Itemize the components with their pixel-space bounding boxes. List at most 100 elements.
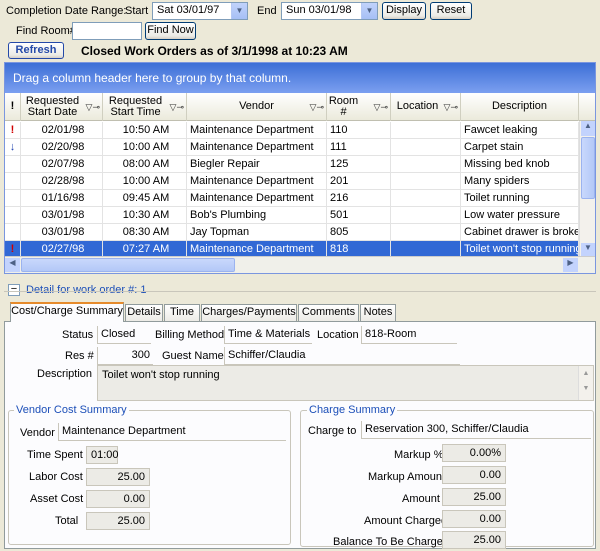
date-range-label: Completion Date Range: (6, 5, 127, 17)
table-row[interactable]: ! 02/01/98 10:50 AM Maintenance Department 1… (5, 122, 595, 139)
vendor-cell: Bob's Plumbing (187, 207, 327, 224)
res-number-value: 300 (97, 347, 153, 365)
description-label: Description (37, 368, 93, 380)
hscroll-thumb[interactable] (21, 258, 235, 272)
scroll-up-icon[interactable]: ▲ (581, 121, 595, 136)
room-cell: 805 (327, 224, 391, 241)
column-priority[interactable]: ! (5, 93, 21, 121)
tab-details[interactable]: Details (125, 304, 163, 321)
column-start-date[interactable]: Requested Start Date ▽⊸ (21, 93, 103, 121)
grid-vertical-scrollbar[interactable]: ▲ ▼ (579, 121, 595, 258)
vendor-label: Vendor (20, 427, 55, 439)
end-label: End (257, 5, 277, 17)
vendor-value: Maintenance Department (58, 423, 286, 441)
table-row[interactable]: 02/28/98 10:00 AM Maintenance Department 20… (5, 173, 595, 190)
end-date-value: Sun 03/01/98 (286, 4, 352, 16)
find-now-button[interactable]: Find Now (145, 22, 196, 40)
page-title: Closed Work Orders as of 3/1/1998 at 10:… (81, 44, 348, 58)
column-start-time-label: Requested Start Time (108, 95, 163, 118)
column-start-date-label: Requested Start Date (25, 95, 80, 118)
column-description[interactable]: Description (461, 93, 579, 121)
priority-cell (5, 190, 21, 207)
scroll-left-icon[interactable]: ◀ (5, 258, 20, 272)
location-cell (391, 139, 461, 156)
charge-summary-title: Charge Summary (307, 404, 398, 416)
location-cell (391, 122, 461, 139)
table-row[interactable]: ↓ 02/20/98 10:00 AM Maintenance Department 1… (5, 139, 595, 156)
chevron-down-icon[interactable]: ▼ (231, 3, 247, 19)
start-date-picker[interactable]: Sat 03/01/97 ▼ (152, 2, 248, 20)
column-location[interactable]: Location ▽⊸ (391, 93, 461, 121)
grid-header: ! Requested Start Date ▽⊸ Requested Start… (5, 93, 595, 121)
column-vendor[interactable]: Vendor ▽⊸ (187, 93, 327, 121)
start-time-cell: 10:30 AM (103, 207, 187, 224)
tab-cost-charge-summary[interactable]: Cost/Charge Summary (10, 302, 124, 322)
description-cell: Many spiders (461, 173, 579, 190)
column-room-label: Room # (328, 95, 359, 118)
filter-pin-icon[interactable]: ▽⊸ (310, 102, 324, 113)
description-cell: Cabinet drawer is broken (461, 224, 579, 241)
scroll-thumb[interactable] (581, 137, 595, 199)
description-textarea[interactable]: Toilet won't stop running ▲ ▼ (97, 365, 594, 401)
room-cell: 501 (327, 207, 391, 224)
reset-button[interactable]: Reset (430, 2, 472, 20)
res-number-label: Res # (65, 350, 94, 362)
table-row[interactable]: 02/07/98 08:00 AM Biegler Repair 125 Missing… (5, 156, 595, 173)
charge-to-value: Reservation 300, Schiffer/Claudia (361, 421, 591, 439)
location-label: Location (317, 329, 359, 341)
start-time-cell: 10:50 AM (103, 122, 187, 139)
tab-time[interactable]: Time (164, 304, 200, 321)
refresh-button[interactable]: Refresh (8, 42, 64, 59)
amount-charged-label: Amount Charged (364, 515, 448, 527)
vendor-cell: Biegler Repair (187, 156, 327, 173)
low-priority-icon: ↓ (5, 139, 21, 156)
description-cell: Carpet stain (461, 139, 579, 156)
time-spent-value: 01:00 (86, 446, 119, 464)
find-room-input[interactable] (72, 22, 142, 40)
chevron-down-icon[interactable]: ▼ (361, 3, 377, 19)
vendor-cell: Jay Topman (187, 224, 327, 241)
filter-pin-icon[interactable]: ▽⊸ (86, 102, 100, 113)
table-row[interactable]: 01/16/98 09:45 AM Maintenance Department 21… (5, 190, 595, 207)
markup-amount-label: Markup Amount (368, 471, 446, 483)
tab-comments[interactable]: Comments (298, 304, 359, 321)
table-row[interactable]: 03/01/98 08:30 AM Jay Topman 805 Cabinet dra… (5, 224, 595, 241)
description-cell: Low water pressure (461, 207, 579, 224)
tab-notes[interactable]: Notes (360, 304, 396, 321)
work-orders-grid: Drag a column header here to group by th… (4, 62, 596, 274)
location-cell (391, 224, 461, 241)
markup-percent-value: 0.00% (442, 444, 506, 462)
labor-cost-value: 25.00 (86, 468, 150, 486)
display-button[interactable]: Display (382, 2, 426, 20)
priority-cell (5, 224, 21, 241)
start-time-cell: 08:30 AM (103, 224, 187, 241)
grid-horizontal-scrollbar[interactable]: ◀ ▶ (5, 256, 595, 273)
vendor-cell: Maintenance Department (187, 190, 327, 207)
markup-amount-value: 0.00 (442, 466, 506, 484)
start-date-value: Sat 03/01/97 (157, 4, 220, 16)
description-scrollbar[interactable]: ▲ ▼ (578, 366, 593, 400)
amount-label: Amount (402, 493, 440, 505)
tab-charges-payments[interactable]: Charges/Payments (201, 304, 297, 321)
description-text: Toilet won't stop running (102, 369, 220, 381)
column-start-time[interactable]: Requested Start Time ▽⊸ (103, 93, 187, 121)
start-label: Start (125, 5, 149, 17)
billing-method-value: Time & Materials (224, 326, 312, 344)
column-room[interactable]: Room # ▽⊸ (327, 93, 391, 121)
filter-pin-icon[interactable]: ▽⊸ (444, 102, 458, 113)
location-value: 818-Room (361, 326, 457, 344)
asset-cost-value: 0.00 (86, 490, 150, 508)
table-row[interactable]: 03/01/98 10:30 AM Bob's Plumbing 501 Low wat… (5, 207, 595, 224)
start-date-cell: 02/20/98 (21, 139, 103, 156)
location-cell (391, 190, 461, 207)
scroll-right-icon[interactable]: ▶ (563, 258, 578, 272)
end-date-picker[interactable]: Sun 03/01/98 ▼ (281, 2, 378, 20)
filter-pin-icon[interactable]: ▽⊸ (374, 102, 388, 113)
group-by-area[interactable]: Drag a column header here to group by th… (5, 63, 595, 93)
column-description-label: Description (491, 100, 548, 112)
charge-to-label: Charge to (308, 425, 357, 437)
collapse-icon[interactable]: − (8, 284, 20, 296)
balance-label: Balance To Be Charged (333, 536, 449, 548)
filter-pin-icon[interactable]: ▽⊸ (170, 102, 184, 113)
start-time-cell: 09:45 AM (103, 190, 187, 207)
